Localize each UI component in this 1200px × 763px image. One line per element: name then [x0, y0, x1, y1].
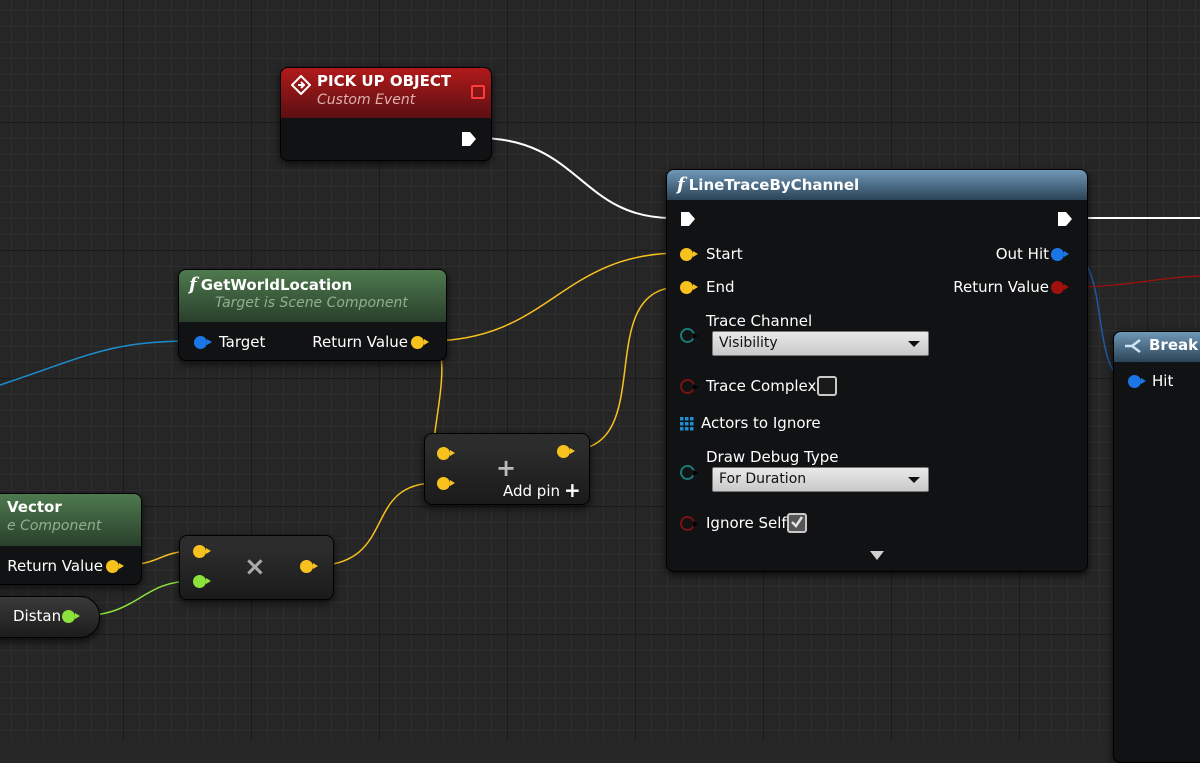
- vector-wire-location-to-start[interactable]: [427, 252, 681, 342]
- start-pin[interactable]: [680, 248, 698, 261]
- event-diamond-icon: [290, 74, 312, 99]
- world-location-return-label: Return Value: [312, 333, 408, 351]
- ignore-self-checkbox[interactable]: [787, 513, 807, 533]
- add-pin-plus-icon[interactable]: +: [564, 478, 581, 502]
- end-label: End: [706, 278, 735, 296]
- line-trace-node[interactable]: f LineTraceByChannel Start Out Hit End Re…: [666, 169, 1088, 572]
- trace-channel-label: Trace Channel: [706, 312, 813, 330]
- draw-debug-dropdown[interactable]: For Duration: [712, 467, 929, 492]
- trace-exec-out-pin[interactable]: [1057, 211, 1073, 227]
- break-hit-title: Break I: [1149, 336, 1200, 354]
- hit-pin[interactable]: [1128, 375, 1146, 388]
- add-input-a-pin[interactable]: [437, 447, 455, 460]
- hit-label: Hit: [1152, 372, 1174, 390]
- distance-pin[interactable]: [62, 610, 80, 623]
- draw-debug-value: For Duration: [719, 471, 807, 487]
- grid-array-icon[interactable]: [680, 416, 694, 431]
- vector-wire-add-to-end[interactable]: [569, 286, 681, 451]
- add-pin-label[interactable]: Add pin: [503, 482, 560, 500]
- vector-node-subtitle: e Component: [7, 518, 102, 534]
- chevron-down-icon: [908, 341, 920, 347]
- expand-arrow-icon[interactable]: [870, 551, 884, 560]
- multiply-input-a-pin[interactable]: [193, 545, 211, 558]
- ignore-self-pin[interactable]: [680, 516, 698, 531]
- world-location-return-pin[interactable]: [411, 336, 429, 349]
- vector-return-label: Return Value: [7, 557, 103, 575]
- trace-channel-dropdown[interactable]: Visibility: [712, 331, 929, 356]
- trace-channel-pin[interactable]: [680, 328, 698, 343]
- distance-node[interactable]: Distan: [0, 596, 100, 638]
- target-label: Target: [219, 333, 266, 351]
- custom-event-header: PICK UP OBJECT Custom Event: [281, 68, 491, 118]
- actors-to-ignore-label: Actors to Ignore: [701, 414, 821, 432]
- add-output-pin[interactable]: [557, 445, 575, 458]
- boolean-wire-return-out[interactable]: [1069, 275, 1200, 288]
- vector-return-pin[interactable]: [106, 560, 124, 573]
- vector-node-header: Vector e Component: [0, 494, 141, 546]
- break-hit-node[interactable]: Break I Hit: [1113, 331, 1200, 763]
- add-node[interactable]: + Add pin +: [424, 433, 590, 505]
- event-stop-icon[interactable]: [471, 85, 485, 99]
- vector-node[interactable]: Vector e Component Return Value: [0, 493, 142, 585]
- vector-node-title: Vector: [7, 498, 62, 516]
- target-pin[interactable]: [194, 336, 212, 349]
- get-world-location-header: f GetWorldLocation Target is Scene Compon…: [179, 270, 446, 322]
- end-pin[interactable]: [680, 281, 698, 294]
- chevron-down-icon: [908, 477, 920, 483]
- event-subtitle: Custom Event: [317, 92, 416, 108]
- multiply-symbol: ×: [244, 552, 266, 582]
- trace-complex-checkbox[interactable]: [817, 376, 837, 396]
- multiply-output-pin[interactable]: [300, 560, 318, 573]
- out-hit-label: Out Hit: [995, 245, 1049, 263]
- distance-label: Distan: [13, 607, 62, 625]
- break-hit-header: Break I: [1114, 332, 1200, 362]
- line-trace-title: f LineTraceByChannel: [677, 174, 860, 195]
- draw-debug-pin[interactable]: [680, 465, 698, 480]
- function-icon: f: [677, 174, 685, 195]
- trace-complex-pin[interactable]: [680, 379, 698, 394]
- line-trace-header: f LineTraceByChannel: [667, 170, 1087, 200]
- multiply-input-b-pin[interactable]: [193, 575, 211, 588]
- add-input-b-pin[interactable]: [437, 477, 455, 490]
- start-label: Start: [706, 245, 743, 263]
- trace-complex-label: Trace Complex: [706, 377, 817, 395]
- trace-channel-value: Visibility: [719, 335, 778, 351]
- checkmark-icon: [791, 516, 804, 528]
- event-exec-out-pin[interactable]: [461, 131, 477, 147]
- get-world-location-title: f GetWorldLocation: [189, 274, 353, 295]
- multiply-node[interactable]: ×: [179, 535, 334, 600]
- draw-debug-label: Draw Debug Type: [706, 448, 839, 466]
- get-world-location-subtitle: Target is Scene Component: [215, 295, 408, 311]
- get-world-location-node[interactable]: f GetWorldLocation Target is Scene Compon…: [178, 269, 447, 361]
- event-title: PICK UP OBJECT: [317, 72, 452, 90]
- trace-return-pin[interactable]: [1051, 281, 1069, 294]
- custom-event-node[interactable]: PICK UP OBJECT Custom Event: [280, 67, 492, 161]
- ignore-self-label: Ignore Self: [706, 514, 787, 532]
- add-symbol: +: [496, 454, 517, 482]
- trace-exec-in-pin[interactable]: [680, 211, 696, 227]
- break-struct-icon: [1124, 338, 1142, 358]
- object-wire-into-target[interactable]: [0, 340, 194, 386]
- trace-return-label: Return Value: [953, 278, 1049, 296]
- out-hit-pin[interactable]: [1051, 248, 1069, 261]
- exec-wire-event-to-trace[interactable]: [477, 137, 673, 219]
- function-icon: f: [189, 274, 197, 295]
